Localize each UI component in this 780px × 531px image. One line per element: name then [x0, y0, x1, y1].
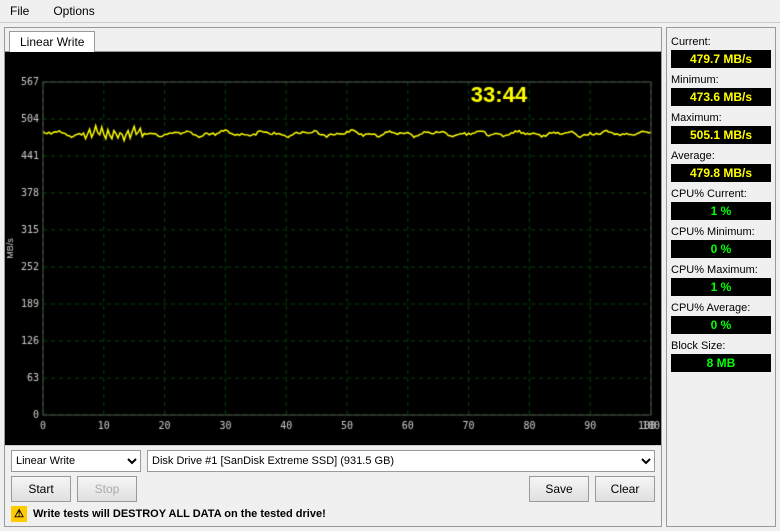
- cpu-maximum-label: CPU% Maximum:: [671, 264, 771, 276]
- minimum-value: 473.6 MB/s: [671, 88, 771, 106]
- controls-row1: Linear Write Linear Read Random Write Ra…: [11, 450, 655, 472]
- maximum-value: 505.1 MB/s: [671, 126, 771, 144]
- current-value: 479.7 MB/s: [671, 50, 771, 68]
- average-label: Average:: [671, 150, 771, 162]
- clear-button[interactable]: Clear: [595, 476, 655, 502]
- menu-file[interactable]: File: [4, 2, 35, 20]
- stop-button[interactable]: Stop: [77, 476, 137, 502]
- main-container: Linear Write Linear Write Linear Read Ra…: [0, 23, 780, 531]
- menu-bar: File Options: [0, 0, 780, 23]
- tab-linear-write[interactable]: Linear Write: [9, 31, 95, 52]
- cpu-average-label: CPU% Average:: [671, 302, 771, 314]
- current-label: Current:: [671, 36, 771, 48]
- cpu-average-value: 0 %: [671, 316, 771, 334]
- warning-row: ⚠ Write tests will DESTROY ALL DATA on t…: [11, 506, 655, 522]
- right-panel: Current: 479.7 MB/s Minimum: 473.6 MB/s …: [666, 27, 776, 527]
- start-button[interactable]: Start: [11, 476, 71, 502]
- cpu-minimum-value: 0 %: [671, 240, 771, 258]
- drive-select[interactable]: Disk Drive #1 [SanDisk Extreme SSD] (931…: [147, 450, 655, 472]
- minimum-label: Minimum:: [671, 74, 771, 86]
- warning-text: Write tests will DESTROY ALL DATA on the…: [33, 508, 326, 520]
- menu-options[interactable]: Options: [47, 2, 100, 20]
- block-size-label: Block Size:: [671, 340, 771, 352]
- average-value: 479.8 MB/s: [671, 164, 771, 182]
- controls-row2: Start Stop Save Clear: [11, 476, 655, 502]
- bottom-controls: Linear Write Linear Read Random Write Ra…: [5, 445, 661, 526]
- chart-container: [5, 52, 661, 445]
- maximum-label: Maximum:: [671, 112, 771, 124]
- cpu-current-label: CPU% Current:: [671, 188, 771, 200]
- cpu-current-value: 1 %: [671, 202, 771, 220]
- test-type-select[interactable]: Linear Write Linear Read Random Write Ra…: [11, 450, 141, 472]
- performance-chart: [5, 52, 661, 445]
- save-button[interactable]: Save: [529, 476, 589, 502]
- warning-icon: ⚠: [11, 506, 27, 522]
- left-panel: Linear Write Linear Write Linear Read Ra…: [4, 27, 662, 527]
- block-size-value: 8 MB: [671, 354, 771, 372]
- tab-bar: Linear Write: [5, 28, 661, 52]
- cpu-minimum-label: CPU% Minimum:: [671, 226, 771, 238]
- cpu-maximum-value: 1 %: [671, 278, 771, 296]
